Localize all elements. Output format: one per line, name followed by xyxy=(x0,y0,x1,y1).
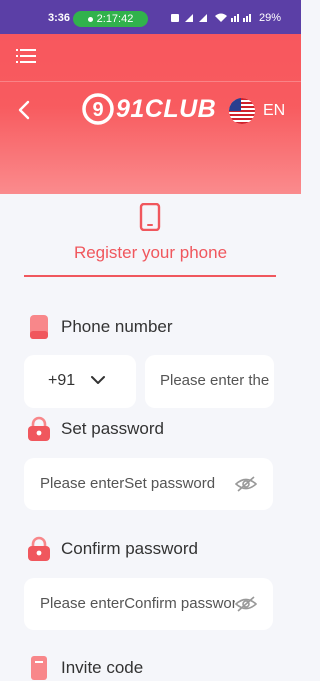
set-password-label: Set password xyxy=(61,419,164,438)
brand-logo: 9 91CLUB xyxy=(82,92,216,126)
logo-digit: 9 xyxy=(92,99,103,121)
lock-icon xyxy=(28,536,50,561)
call-dot-icon xyxy=(87,16,93,22)
phone-number-label: Phone number xyxy=(61,317,173,336)
tab-active-indicator xyxy=(24,275,276,277)
logo-text: 91CLUB xyxy=(116,94,217,123)
menu-icon[interactable] xyxy=(16,48,36,64)
eye-off-icon[interactable] xyxy=(235,594,257,614)
call-timer: 2:17:42 xyxy=(96,13,134,25)
mobile-icon xyxy=(30,315,48,339)
chevron-down-icon xyxy=(91,376,105,384)
us-flag-icon[interactable] xyxy=(229,98,255,124)
logo-mark-icon: 9 xyxy=(82,93,114,125)
nav-divider xyxy=(0,81,301,82)
tab-register-phone[interactable]: Register your phone xyxy=(0,243,301,263)
back-icon[interactable] xyxy=(14,98,34,122)
set-password-input[interactable]: Please enterSet password xyxy=(24,458,273,510)
confirm-password-label: Confirm password xyxy=(61,539,198,558)
eye-off-icon[interactable] xyxy=(235,474,257,494)
call-timer-pill[interactable]: 2:17:42 xyxy=(73,11,148,27)
country-code-select[interactable]: +91 xyxy=(24,355,136,408)
status-indicators-icon xyxy=(171,12,255,27)
invite-code-icon xyxy=(31,656,47,680)
battery-level: 29% xyxy=(259,12,282,24)
phone-number-placeholder: Please enter the phone number xyxy=(160,372,274,389)
phone-number-input[interactable]: Please enter the phone number xyxy=(145,355,274,408)
phone-icon xyxy=(139,203,161,231)
language-selector[interactable]: EN xyxy=(263,102,285,120)
status-time: 3:36 xyxy=(48,12,71,24)
confirm-password-input[interactable]: Please enterConfirm password xyxy=(24,578,273,630)
set-password-placeholder: Please enterSet password xyxy=(40,475,216,492)
lock-icon xyxy=(28,416,50,441)
country-code-value: +91 xyxy=(48,372,76,389)
status-bar: 3:36 2:17:42 29% xyxy=(0,0,301,34)
header-banner: 9 91CLUB EN xyxy=(0,34,301,194)
invite-code-label: Invite code xyxy=(61,658,144,677)
confirm-password-placeholder: Please enterConfirm password xyxy=(40,595,246,612)
